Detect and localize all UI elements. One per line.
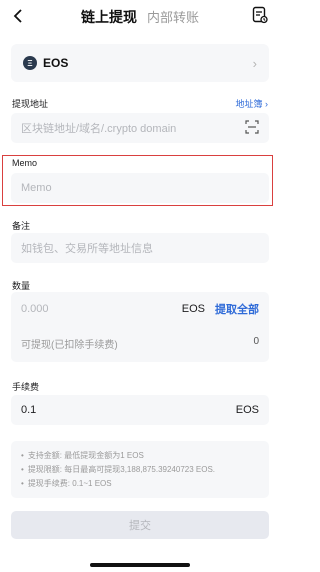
fee-value: 0.1 [21, 404, 37, 416]
info-line: • 提现限额: 每日最高可提现3,188,875.39240723 EOS. [21, 465, 216, 474]
amount-placeholder: 0.000 [21, 303, 49, 315]
amount-label: 数量 [12, 281, 31, 291]
available-label: 可提现(已扣除手续费) [21, 340, 118, 351]
address-label: 提现地址 [12, 99, 49, 109]
address-placeholder: 区块链地址/域名/.crypto domain [21, 123, 177, 135]
tab-group: 链上提现 内部转账 [81, 7, 199, 27]
amount-unit: EOS [181, 303, 205, 315]
info-line: • 支持金额: 最低提现金额为1 EOS [21, 451, 144, 460]
coin-name: EOS [43, 56, 69, 70]
record-icon[interactable] [252, 6, 270, 26]
info-line: • 提现手续费: 0.1~1 EOS [21, 479, 112, 488]
withdraw-info-box: • 支持金额: 最低提现金额为1 EOS • 提现限额: 每日最高可提现3,188,… [11, 441, 269, 498]
address-input[interactable]: 区块链地址/域名/.crypto domain [11, 113, 269, 143]
chevron-right-icon: › [252, 55, 257, 71]
home-indicator [90, 563, 190, 567]
submit-button[interactable]: 提交 [11, 511, 269, 539]
fee-unit: EOS [235, 404, 259, 416]
tab-onchain-withdraw[interactable]: 链上提现 [81, 7, 137, 27]
memo-input[interactable]: Memo [11, 173, 269, 203]
memo-label: Memo [12, 158, 38, 168]
note-input[interactable]: 如钱包、交易所等地址信息 [11, 233, 269, 263]
available-value: 0 [253, 336, 259, 347]
fee-label: 手续费 [12, 382, 40, 392]
eos-coin-icon: Ξ [23, 56, 37, 70]
amount-input[interactable]: 0.000 EOS 提取全部 [21, 300, 259, 318]
note-placeholder: 如钱包、交易所等地址信息 [21, 243, 153, 255]
coin-selector[interactable]: Ξ EOS › [11, 44, 269, 82]
tab-internal-transfer[interactable]: 内部转账 [147, 7, 199, 26]
address-book-link[interactable]: 地址簿 › [235, 97, 268, 110]
note-label: 备注 [12, 221, 31, 231]
back-arrow-icon[interactable] [8, 6, 28, 26]
amount-box: 0.000 EOS 提取全部 可提现(已扣除手续费) 0 [11, 292, 269, 362]
fee-field: 0.1 EOS [11, 395, 269, 425]
memo-placeholder: Memo [21, 182, 52, 194]
available-row: 可提现(已扣除手续费) 0 [21, 336, 259, 351]
withdraw-all-button[interactable]: 提取全部 [215, 301, 259, 317]
nav-bar: 链上提现 内部转账 [0, 0, 280, 34]
scan-icon[interactable] [245, 119, 259, 137]
